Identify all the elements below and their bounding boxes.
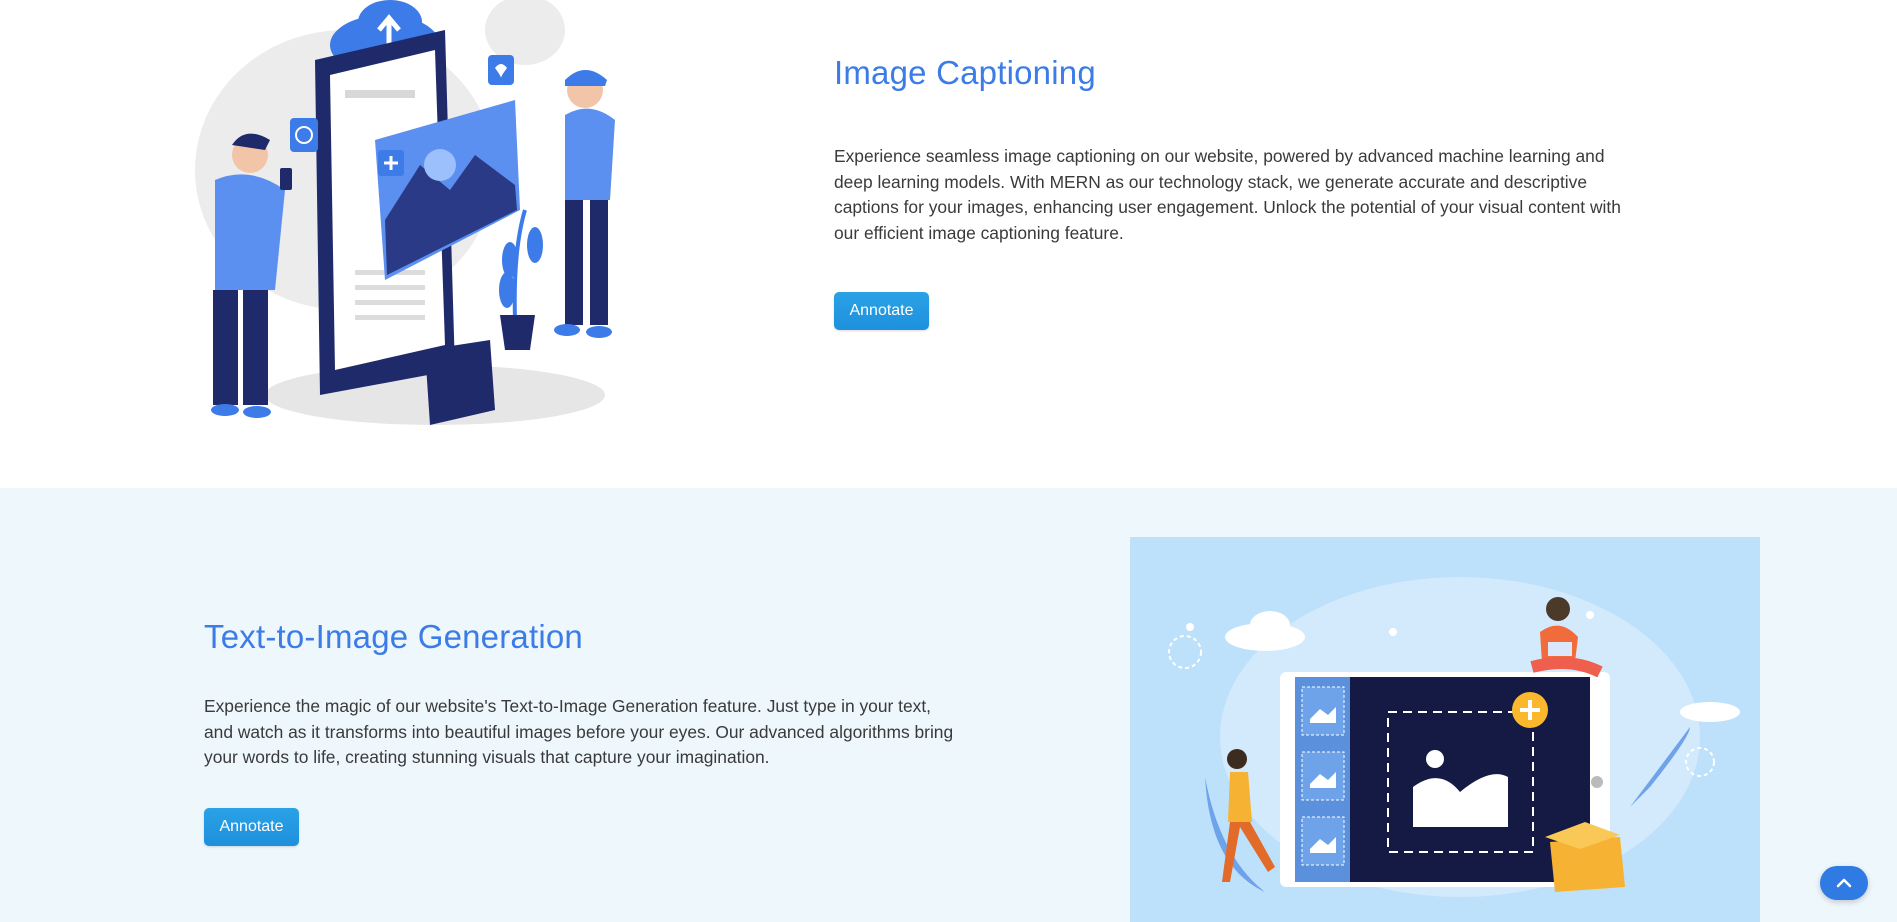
section-description: Experience seamless image captioning on … (834, 146, 1621, 243)
scroll-to-top-button[interactable] (1820, 866, 1868, 900)
section-title: Text-to-Image Generation (204, 618, 583, 655)
section-description: Experience the magic of our website's Te… (204, 696, 954, 767)
chevron-up-icon (1836, 876, 1852, 891)
annotate-button[interactable]: Annotate (834, 292, 929, 330)
text-to-image-illustration (1130, 537, 1760, 922)
image-captioning-section: Image Captioning Experience seamless ima… (0, 0, 1897, 488)
section-title: Image Captioning (834, 54, 1096, 91)
image-captioning-illustration (195, 0, 615, 425)
annotate-button[interactable]: Annotate (204, 808, 299, 846)
text-to-image-section: Text-to-Image Generation Experience the … (0, 488, 1897, 922)
